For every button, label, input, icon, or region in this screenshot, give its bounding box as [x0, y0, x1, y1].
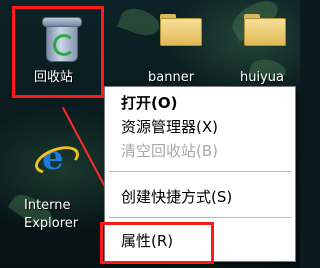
folder-label-huiyua[interactable]: huiyua: [240, 70, 284, 85]
menu-item-open[interactable]: 打开(O): [107, 91, 293, 115]
menu-separator: [109, 217, 291, 218]
menu-separator: [109, 171, 291, 172]
folder-icon[interactable]: [160, 14, 202, 46]
folder-label-banner[interactable]: banner: [148, 70, 194, 85]
internet-explorer-icon[interactable]: e: [31, 140, 83, 180]
properties-highlight: [100, 222, 214, 264]
folder-icon[interactable]: [244, 14, 286, 46]
ie-label-line1[interactable]: Interne: [24, 198, 71, 213]
recycle-bin-highlight: [12, 6, 104, 98]
ie-label-line2[interactable]: Explorer: [24, 216, 78, 231]
menu-item-empty-recycle-bin[interactable]: 清空回收站(B): [107, 139, 293, 163]
menu-item-explorer[interactable]: 资源管理器(X): [107, 115, 293, 139]
menu-item-create-shortcut[interactable]: 创建快捷方式(S): [107, 185, 293, 209]
